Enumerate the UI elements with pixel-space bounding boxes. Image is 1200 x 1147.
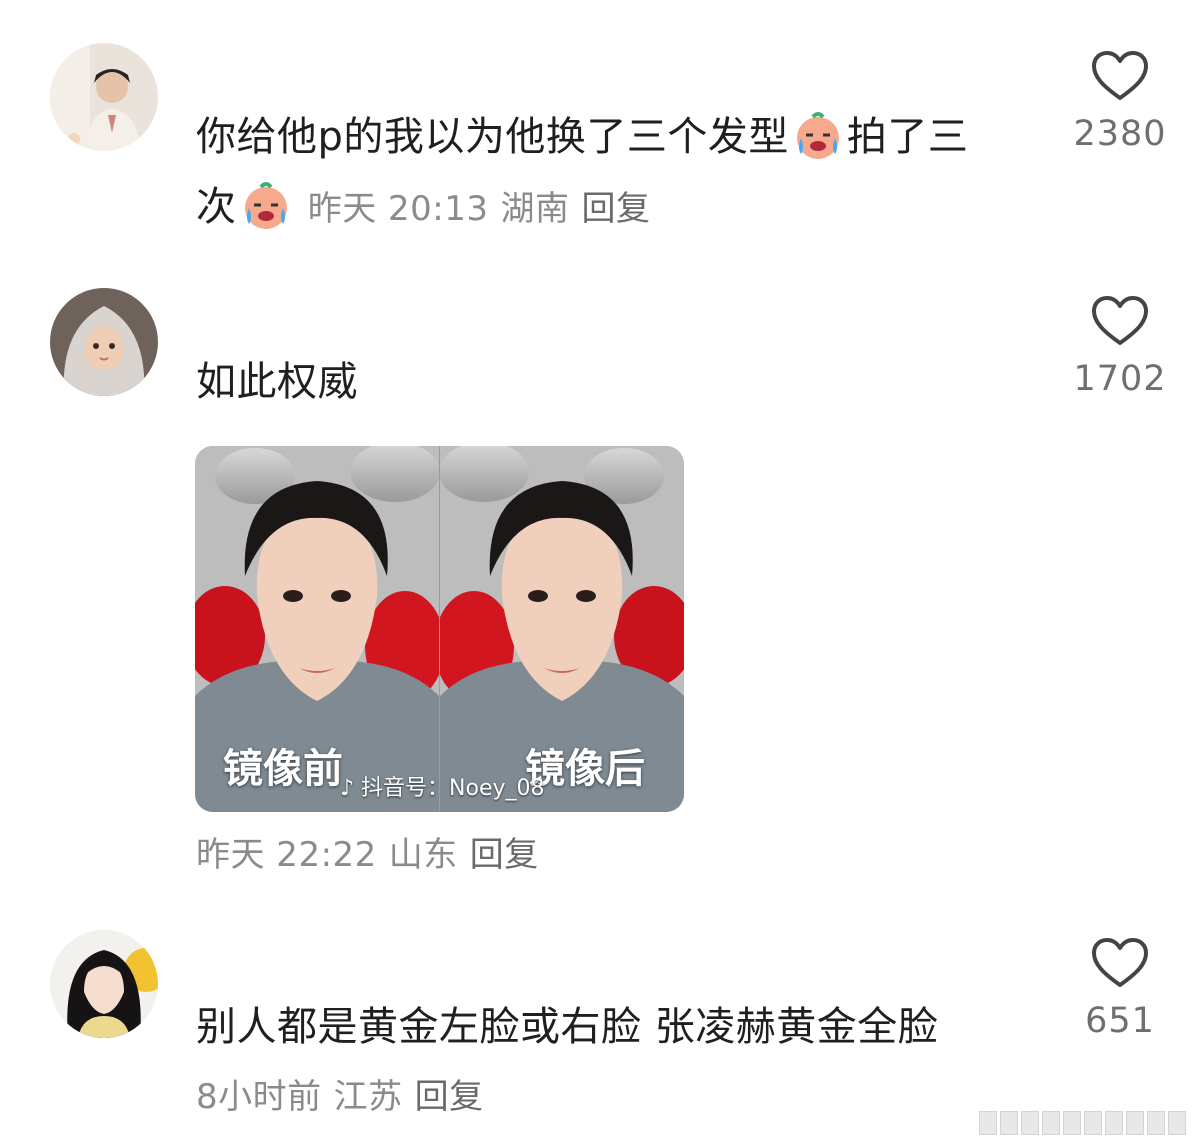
avatar-image: [50, 930, 158, 1038]
comment-content: 别人都是黄金左脸或右脸 张凌赫黄金全脸: [196, 992, 938, 1062]
like-count: 651: [1085, 1001, 1155, 1041]
watermark-strip: [979, 1111, 1186, 1135]
comment-text: 别人都是黄金左脸或右脸 张凌赫黄金全脸: [196, 1004, 939, 1050]
comment-location: 江苏: [333, 1077, 403, 1117]
reply-button[interactable]: 回复: [415, 1077, 484, 1117]
comment-time: 8小时前: [196, 1077, 322, 1117]
heart-outline-icon: [1092, 938, 1148, 987]
user-avatar[interactable]: [50, 930, 158, 1038]
like-button[interactable]: 651: [1060, 937, 1180, 1041]
comment-item: 别人都是黄金左脸或右脸 张凌赫黄金全脸 8小时前 江苏 回复 651: [0, 0, 1200, 1147]
comment-meta: 8小时前 江苏 回复: [196, 1062, 484, 1132]
